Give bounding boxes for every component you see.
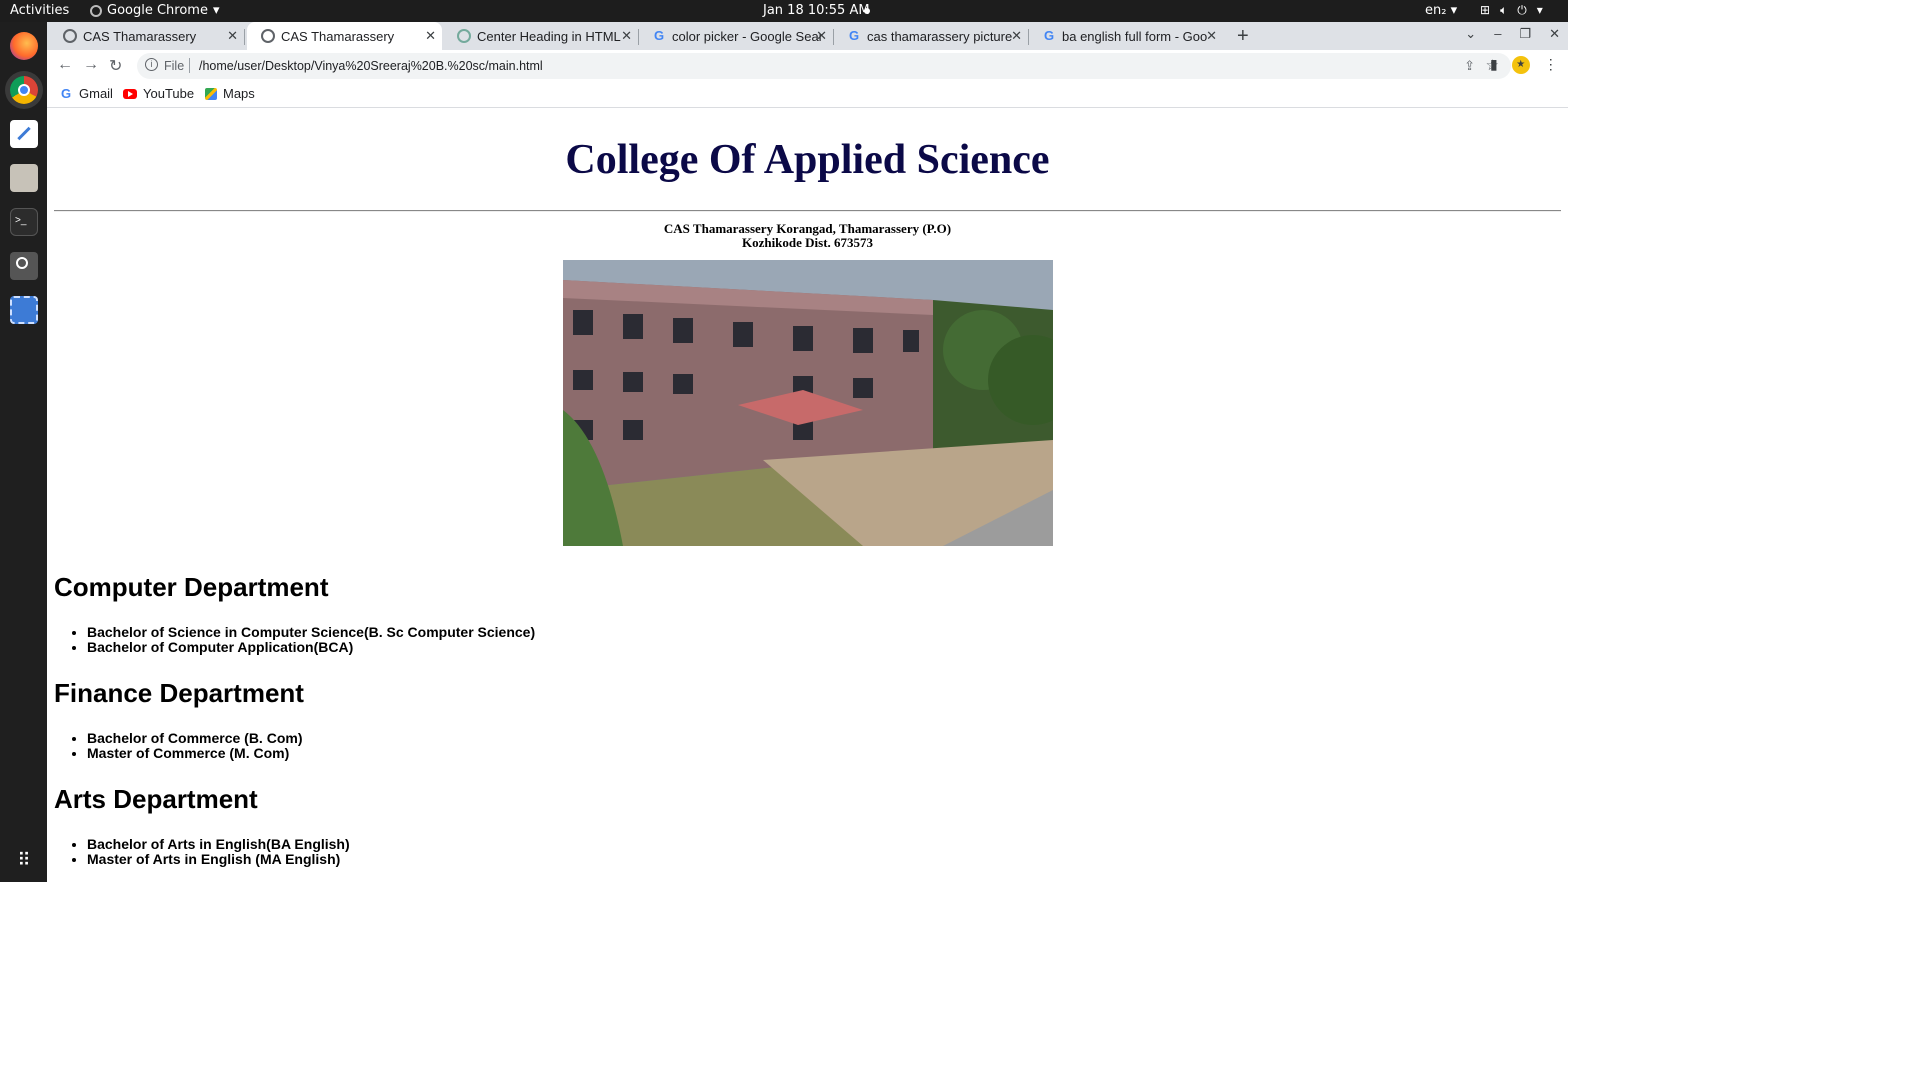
- department-heading: Computer Department: [54, 572, 329, 602]
- new-tab-button[interactable]: +: [1237, 25, 1249, 48]
- list-item: Bachelor of Commerce (B. Com): [87, 731, 302, 746]
- google-icon: G: [653, 28, 665, 43]
- back-arrow-icon[interactable]: ←: [57, 56, 73, 74]
- caret-down-icon: ▾: [1536, 3, 1543, 17]
- input-language-menu[interactable]: en₂ ▾: [1425, 3, 1457, 18]
- course-list: Bachelor of Arts in English(BA English) …: [87, 837, 350, 867]
- globe-icon: [261, 29, 275, 43]
- tab-active[interactable]: CAS Thamarassery ✕: [247, 22, 442, 50]
- show-apps-icon[interactable]: ⠿: [10, 846, 38, 874]
- tab[interactable]: Gba english full form - Goo ✕: [1028, 22, 1223, 50]
- browser-window-chrome: CAS Thamarassery ✕ CAS Thamarassery ✕ Cent…: [47, 22, 1568, 108]
- close-tab-icon[interactable]: ✕: [1011, 28, 1022, 44]
- department-heading: Finance Department: [54, 678, 304, 708]
- google-icon: G: [60, 85, 72, 101]
- info-icon[interactable]: i: [145, 58, 158, 71]
- bookmark-maps[interactable]: Maps: [205, 86, 255, 101]
- list-item: Master of Arts in English (MA English): [87, 852, 350, 867]
- course-list: Bachelor of Science in Computer Science(…: [87, 625, 535, 655]
- tab-title: cas thamarassery picture: [867, 28, 1013, 44]
- volume-icon: 🔈︎: [1500, 3, 1508, 17]
- language-label: en₂: [1425, 3, 1447, 18]
- address-line-2: Kozhikode Dist. 673573: [741, 235, 874, 250]
- bookmark-youtube[interactable]: YouTube: [123, 86, 194, 101]
- page-title: College Of Applied Science: [565, 137, 1050, 183]
- reload-icon[interactable]: ↻: [109, 56, 122, 76]
- app-menu[interactable]: Google Chrome ▾: [90, 3, 220, 18]
- system-top-bar: Activities Google Chrome ▾ Jan 18 10:55 A…: [0, 0, 1568, 22]
- share-icon[interactable]: ⇪: [1464, 58, 1475, 74]
- window-controls: ⌄ – ❐ ✕: [1465, 26, 1560, 42]
- caret-down-icon: ▾: [212, 3, 220, 18]
- list-item: Bachelor of Computer Application(BCA): [87, 640, 535, 655]
- chatgpt-icon: [457, 29, 471, 43]
- menu-kebab-icon[interactable]: ⋮: [1544, 56, 1558, 74]
- close-tab-icon[interactable]: ✕: [1206, 28, 1217, 44]
- browser-toolbar: ← → ↻ i File /home/user/Desktop/Vinya%20…: [47, 50, 1568, 82]
- clock[interactable]: Jan 18 10:55 AM: [763, 3, 870, 18]
- toolbar-right: ▮ ★ ⋮: [1490, 56, 1558, 74]
- bookmark-gmail[interactable]: G Gmail: [59, 86, 113, 101]
- tab[interactable]: Gcas thamarassery picture ✕: [833, 22, 1029, 50]
- url-text[interactable]: /home/user/Desktop/Vinya%20Sreeraj%20B.%…: [199, 59, 543, 73]
- minimize-icon[interactable]: –: [1494, 26, 1501, 42]
- close-tab-icon[interactable]: ✕: [816, 28, 827, 44]
- power-icon: ⏻: [1517, 3, 1527, 17]
- tab-title: CAS Thamarassery: [281, 28, 395, 44]
- close-tab-icon[interactable]: ✕: [227, 28, 238, 44]
- bookmarks-bar: G Gmail YouTube Maps: [47, 82, 1568, 108]
- side-panel-icon[interactable]: ▮: [1490, 56, 1498, 74]
- google-icon: G: [848, 28, 860, 43]
- list-item: Bachelor of Arts in English(BA English): [87, 837, 350, 852]
- files-icon[interactable]: [10, 164, 38, 192]
- notification-dot-icon: [864, 8, 870, 14]
- scheme-label: File: [164, 59, 185, 73]
- chrome-icon[interactable]: [10, 76, 38, 104]
- tab[interactable]: Center Heading in HTML ✕: [443, 22, 639, 50]
- terminal-icon[interactable]: >_: [10, 208, 38, 236]
- maps-icon: [205, 87, 217, 100]
- screenshot-search-icon[interactable]: [10, 252, 38, 280]
- college-building-image: [563, 260, 1053, 546]
- tab-title: Center Heading in HTML: [477, 28, 621, 44]
- course-list: Bachelor of Commerce (B. Com) Master of …: [87, 731, 302, 761]
- youtube-icon: [123, 88, 137, 99]
- extension-icon[interactable]: ★: [1511, 56, 1530, 74]
- list-item: Master of Commerce (M. Com): [87, 746, 302, 761]
- restore-icon[interactable]: ❐: [1519, 26, 1531, 42]
- tab-title: CAS Thamarassery: [83, 28, 197, 44]
- firefox-icon[interactable]: [10, 32, 38, 60]
- address-bar[interactable]: i File /home/user/Desktop/Vinya%20Sreera…: [137, 53, 1511, 79]
- google-icon: G: [1043, 28, 1055, 43]
- tab-search-icon[interactable]: ⌄: [1465, 26, 1476, 42]
- text-editor-icon[interactable]: [10, 120, 38, 148]
- bookmark-label: Gmail: [79, 86, 113, 101]
- app-menu-label: Google Chrome: [107, 3, 208, 18]
- forward-arrow-icon[interactable]: →: [83, 56, 99, 74]
- horizontal-rule: [54, 210, 1561, 212]
- tab-title: ba english full form - Goo: [1062, 28, 1208, 44]
- close-window-icon[interactable]: ✕: [1549, 26, 1560, 42]
- network-icon: ⊞: [1480, 3, 1491, 17]
- bookmark-label: YouTube: [143, 86, 195, 101]
- screenshot-tool-icon[interactable]: [10, 296, 38, 324]
- close-tab-icon[interactable]: ✕: [621, 28, 632, 44]
- list-item: Bachelor of Science in Computer Science(…: [87, 625, 535, 640]
- activities-button[interactable]: Activities: [10, 3, 69, 18]
- web-page-content: College Of Applied Science CAS Thamarass…: [47, 108, 1568, 882]
- dock: >_ ⠿: [0, 22, 47, 882]
- system-menu[interactable]: ⊞ 🔈︎ ⏻ ▾: [1480, 3, 1543, 18]
- tab[interactable]: Gcolor picker - Google Sear ✕: [638, 22, 834, 50]
- tab-title: color picker - Google Sear: [672, 28, 822, 44]
- close-tab-icon[interactable]: ✕: [425, 28, 436, 44]
- chrome-icon: [90, 4, 102, 17]
- bookmark-label: Maps: [223, 86, 255, 101]
- globe-icon: [63, 29, 77, 43]
- department-heading: Arts Department: [54, 784, 258, 814]
- tab[interactable]: CAS Thamarassery ✕: [49, 22, 245, 50]
